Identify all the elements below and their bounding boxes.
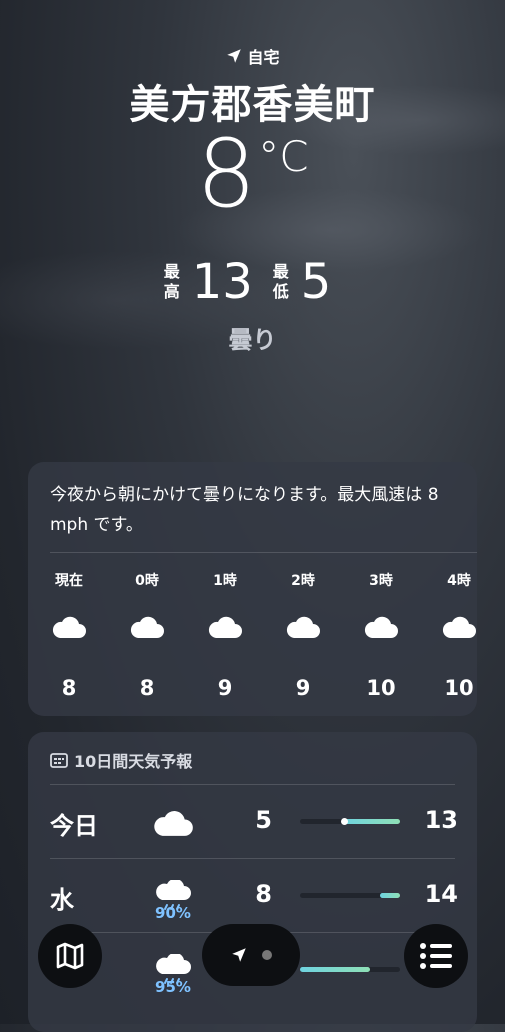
hour-temp: 10 [444, 676, 474, 700]
temp-range-bar [300, 967, 400, 972]
forecast-low: 5 [255, 806, 272, 834]
hour-temp: 10 [366, 676, 396, 700]
high-temp: 13 [191, 254, 253, 310]
cloud-icon [51, 614, 87, 640]
cloud-icon [363, 614, 399, 640]
cloud-icon [129, 614, 165, 640]
low-label: 最低 [272, 262, 289, 301]
location-tag-label: 自宅 [247, 48, 280, 67]
high-label: 最高 [163, 262, 180, 301]
cloud-icon [207, 614, 243, 640]
map-icon [56, 942, 84, 970]
hour-temp: 8 [139, 676, 155, 700]
current-temperature: 8°C [196, 120, 309, 229]
map-button[interactable] [38, 924, 102, 988]
cloud-icon [152, 806, 194, 840]
divider [50, 784, 455, 785]
precip-chance: 95% [155, 978, 191, 996]
location-tag: 自宅 [0, 44, 505, 68]
forecast-row[interactable]: 今日 5 13 [28, 792, 477, 852]
temp-range-fill [342, 819, 400, 824]
divider [50, 858, 455, 859]
hourly-forecast-card[interactable]: 今夜から朝にかけて曇りになります。最大風速は 8 mph です。 現在 8 0時 8 1… [28, 462, 477, 716]
forecast-day: 水 [50, 886, 74, 914]
hourly-summary: 今夜から朝にかけて曇りになります。最大風速は 8 mph です。 [50, 485, 439, 535]
precip-chance: 90% [155, 904, 191, 922]
temp-range-bar [300, 818, 400, 825]
forecast-row[interactable]: 水 90% 8 14 [28, 866, 477, 926]
temp-range-fill [380, 893, 400, 898]
location-arrow-icon [227, 49, 242, 63]
list-icon [420, 943, 452, 969]
forecast-low: 8 [255, 880, 272, 908]
hour-temp: 9 [217, 676, 233, 700]
forecast-day: 今日 [50, 812, 98, 840]
temperature-unit: °C [258, 132, 309, 181]
current-location-icon[interactable] [230, 946, 248, 964]
forecast-title: 10日間天気予報 [50, 748, 192, 772]
low-temp: 5 [300, 254, 332, 310]
condition-text: 曇り [228, 326, 277, 354]
calendar-icon [50, 753, 68, 768]
location-pager[interactable] [202, 924, 300, 986]
hour-temp: 9 [295, 676, 311, 700]
divider [50, 552, 477, 553]
hour-label: 0時 [135, 573, 159, 589]
temp-range-fill [300, 967, 370, 972]
forecast-high: 14 [424, 880, 458, 908]
hour-label: 3時 [369, 573, 393, 589]
location-list-button[interactable] [404, 924, 468, 988]
cloud-icon [285, 614, 321, 640]
cloud-icon [441, 614, 477, 640]
page-dot[interactable] [262, 950, 272, 960]
hour-temp: 8 [61, 676, 77, 700]
current-temp-dot [341, 818, 348, 825]
hour-label: 4時 [447, 573, 471, 589]
high-low: 最高 13 最低 5 [0, 258, 505, 306]
hour-label: 1時 [213, 573, 237, 589]
hour-label: 2時 [291, 573, 315, 589]
ten-day-forecast-card[interactable]: 10日間天気予報 今日 5 13 水 90% 8 14 95% [28, 732, 477, 1032]
hour-label: 現在 [55, 573, 83, 589]
forecast-high: 13 [424, 806, 458, 834]
temp-range-bar [300, 893, 400, 898]
